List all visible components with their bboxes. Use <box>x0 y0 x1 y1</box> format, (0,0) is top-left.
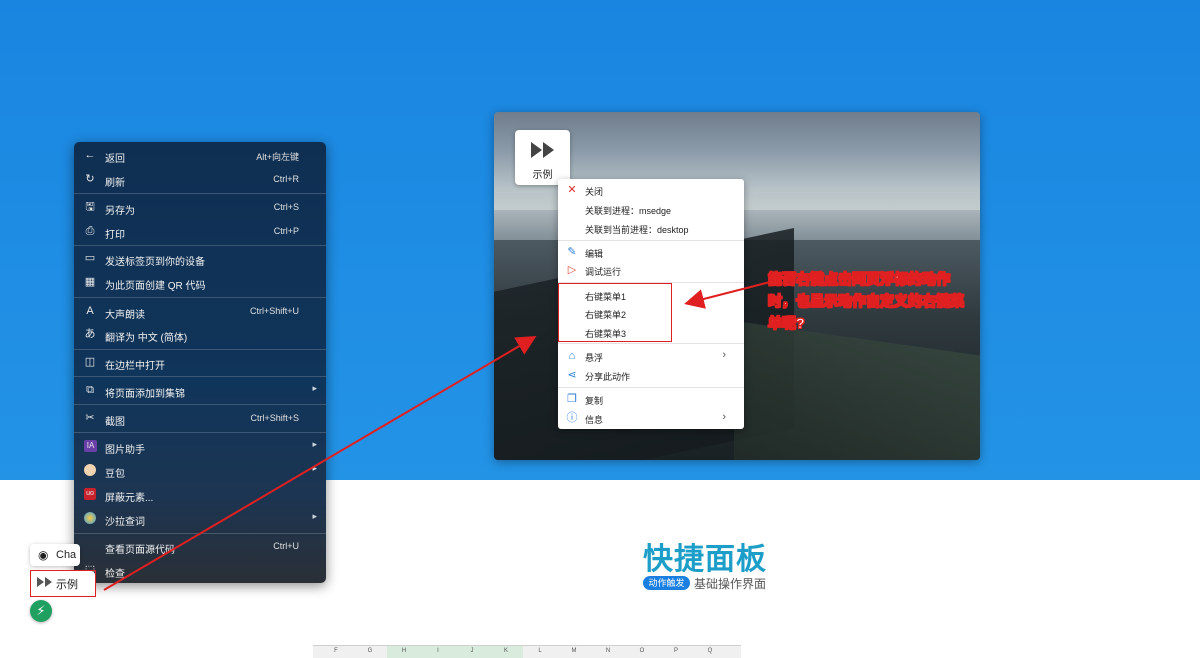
fast-forward-icon <box>531 142 554 158</box>
float-icon: ⌂ <box>568 350 576 362</box>
menu-item-send-tab[interactable]: ▭ 发送标签页到你的设备 <box>74 247 326 269</box>
sheet-column-header: N <box>605 648 611 654</box>
menu-item-block-element[interactable]: uo 屏蔽元素... <box>74 483 326 505</box>
share-icon: ⋖ <box>567 369 577 381</box>
translate-icon: あ <box>84 328 96 340</box>
read-aloud-icon: A <box>86 305 94 317</box>
info-icon: ⓘ <box>566 412 578 424</box>
menu-item-share[interactable]: ⋖ 分享此动作 <box>558 366 744 384</box>
menu-item-edit[interactable]: ✎ 编辑 <box>558 243 744 261</box>
send-device-icon: ▭ <box>84 252 96 264</box>
menu-item-link-process[interactable]: 关联到进程：msedge <box>558 200 744 218</box>
menu-item-screenshot[interactable]: ✂ 截图 Ctrl+Shift+S <box>74 407 326 429</box>
quick-panel-title: 快捷面板 <box>643 543 767 576</box>
collections-icon: ⧉ <box>86 384 94 396</box>
sheet-column-header: I <box>437 648 439 654</box>
sheet-column-header: L <box>538 648 542 654</box>
screenshot-icon: ✂ <box>85 412 95 424</box>
sheet-column-header: F <box>334 648 338 654</box>
chatgpt-icon: ◉ <box>38 548 49 562</box>
back-arrow-icon: ← <box>84 149 96 161</box>
highlight-box-floating-demo <box>30 570 96 597</box>
qr-code-icon: ▦ <box>84 276 96 288</box>
menu-item-doubao[interactable]: 豆包 ▸ <box>74 459 326 481</box>
menu-item-copy[interactable]: ❐ 复制 <box>558 390 744 408</box>
menu-item-inspect[interactable]: ⬚ 检查 <box>74 559 326 581</box>
debug-run-icon: ▷ <box>567 264 577 276</box>
print-icon: ⎙ <box>85 225 95 237</box>
image-assistant-icon: IA <box>84 440 97 452</box>
sidebar-icon: ◫ <box>84 356 96 368</box>
sheet-column-header: O <box>639 648 645 654</box>
menu-item-link-current-process[interactable]: 关联到当前进程：desktop <box>558 219 744 237</box>
chevron-right-icon: ▸ <box>312 511 317 521</box>
save-icon: 🖫 <box>85 201 95 213</box>
doubao-icon <box>84 464 96 476</box>
floating-chat-button[interactable]: ◉ Cha <box>30 544 80 566</box>
menu-item-float[interactable]: ⌂ 悬浮 › <box>558 347 744 365</box>
refresh-icon: ↻ <box>85 173 95 185</box>
menu-item-salad-dict[interactable]: 沙拉查词 ▸ <box>74 507 326 529</box>
quick-panel-badge: 动作触发 <box>643 576 690 590</box>
sheet-column-header: K <box>503 648 508 654</box>
sheet-column-header: P <box>673 648 678 654</box>
chevron-right-icon: ▸ <box>312 383 317 393</box>
close-icon: ✕ <box>567 184 577 196</box>
lightning-icon: ⚡ <box>36 603 46 618</box>
salad-dict-icon <box>84 512 96 524</box>
demo-action-button[interactable]: 示例 <box>515 130 570 185</box>
menu-item-print[interactable]: ⎙ 打印 Ctrl+P <box>74 220 326 242</box>
chevron-right-icon: ▸ <box>312 463 317 473</box>
menu-item-image-assistant[interactable]: IA 图片助手 ▸ <box>74 435 326 457</box>
menu-item-info[interactable]: ⓘ 信息 › <box>558 409 744 427</box>
sheet-column-header: Q <box>707 648 713 654</box>
menu-item-close[interactable]: ✕ 关闭 <box>558 181 744 199</box>
chevron-right-icon: ▸ <box>312 439 317 449</box>
menu-item-add-collection[interactable]: ⧉ 将页面添加到集锦 ▸ <box>74 379 326 401</box>
menu-item-read-aloud[interactable]: A 大声朗读 Ctrl+Shift+U <box>74 300 326 322</box>
highlight-box-custom-menu <box>558 283 672 342</box>
block-element-icon: uo <box>84 488 96 500</box>
menu-item-back[interactable]: ← 返回 Alt+向左键 <box>74 144 326 166</box>
sheet-column-header: H <box>401 648 407 654</box>
menu-item-translate[interactable]: あ 翻译为 中文 (简体) <box>74 323 326 345</box>
copy-icon: ❐ <box>567 393 577 405</box>
menu-item-qr-code[interactable]: ▦ 为此页面创建 QR 代码 <box>74 271 326 293</box>
menu-item-save-as[interactable]: 🖫 另存为 Ctrl+S <box>74 196 326 218</box>
annotation-text: 能否右键点击网页浮标的动作时，也显示动作自定义的右键菜单呢? <box>768 271 965 332</box>
chevron-right-icon: › <box>722 411 726 423</box>
quick-panel-subtitle: 基础操作界面 <box>694 577 767 591</box>
quicker-fab[interactable]: ⚡ <box>30 600 52 622</box>
sheet-column-header: M <box>571 648 577 654</box>
browser-context-menu: ← 返回 Alt+向左键 ↻ 刷新 Ctrl+R 🖫 另存为 Ctrl+S ⎙ … <box>74 142 326 583</box>
menu-item-view-source[interactable]: 查看页面源代码 Ctrl+U <box>74 535 326 557</box>
chevron-right-icon: › <box>722 349 726 361</box>
menu-item-open-sidebar[interactable]: ◫ 在边栏中打开 <box>74 351 326 373</box>
sheet-column-header: G <box>367 648 373 654</box>
spreadsheet-header-strip: F G H I J K L M N O P Q <box>313 645 741 658</box>
menu-item-refresh[interactable]: ↻ 刷新 Ctrl+R <box>74 168 326 190</box>
sheet-column-header: J <box>470 648 474 654</box>
menu-item-debug-run[interactable]: ▷ 调试运行 <box>558 261 744 279</box>
edit-icon: ✎ <box>567 246 577 258</box>
